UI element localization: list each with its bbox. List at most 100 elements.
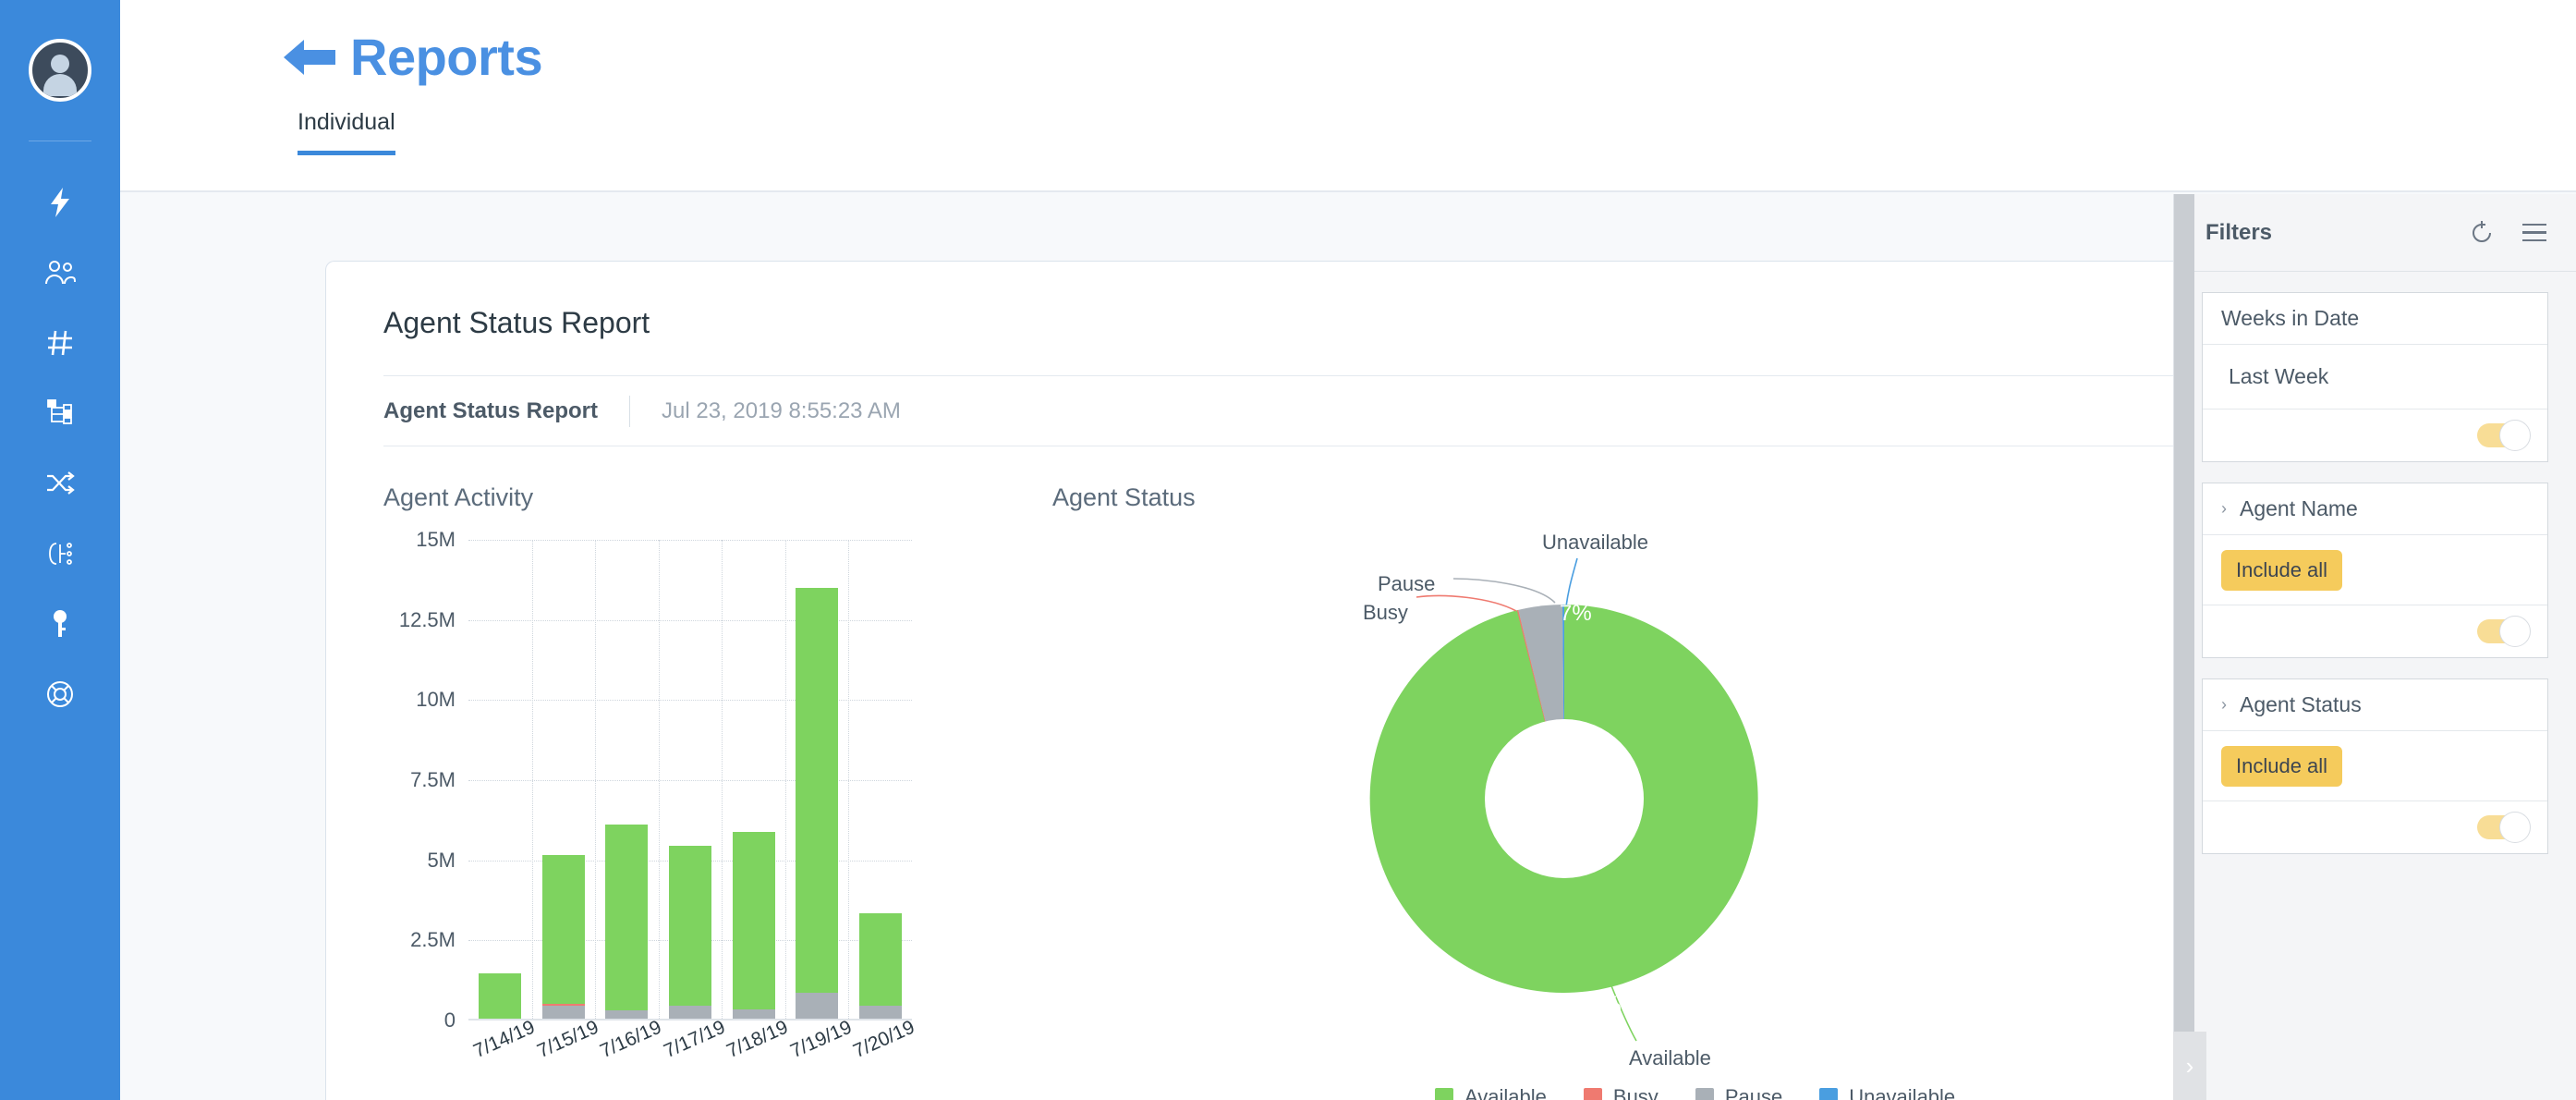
bar-group[interactable] bbox=[479, 973, 522, 1019]
bar-segment-available bbox=[858, 912, 902, 1007]
sidebar-item-dialer[interactable] bbox=[0, 519, 120, 589]
avatar[interactable] bbox=[29, 39, 91, 102]
y-tick-label: 7.5M bbox=[410, 768, 456, 791]
pie-callout-available: Available bbox=[1629, 1046, 1711, 1069]
legend-item[interactable]: Available bbox=[1435, 1085, 1547, 1100]
gridline bbox=[468, 780, 912, 781]
sidebar-item-activity[interactable] bbox=[0, 167, 120, 238]
sidebar-nav bbox=[0, 167, 120, 729]
tab-bar: Individual bbox=[120, 109, 2576, 155]
gridline bbox=[468, 700, 912, 702]
x-tick-label: 7/20/19 bbox=[850, 1016, 918, 1063]
bar-group[interactable] bbox=[732, 831, 775, 1019]
filter-value-row[interactable]: Last Week bbox=[2203, 345, 2547, 409]
filter-label: Agent Status bbox=[2240, 692, 2362, 716]
bar-segment-available bbox=[669, 845, 711, 1007]
x-tick-label: 7/17/19 bbox=[660, 1016, 729, 1063]
filter-header-agent-status[interactable]: › Agent Status bbox=[2203, 679, 2547, 731]
chevron-right-icon: › bbox=[2221, 499, 2227, 518]
bar-segment-pause bbox=[732, 1009, 775, 1019]
hamburger-icon[interactable] bbox=[2522, 223, 2546, 242]
filter-toggle[interactable] bbox=[2477, 812, 2531, 843]
shuffle-icon bbox=[45, 471, 75, 495]
filter-toggle-row bbox=[2203, 409, 2547, 461]
legend-item[interactable]: Unavailable bbox=[1819, 1085, 1955, 1100]
x-tick-label: 7/19/19 bbox=[786, 1016, 856, 1063]
bar-plot: 0 2.5M 5M 7.5M 10M 12.5M 15M 7/14/19 7/15/19 7/1… bbox=[383, 528, 956, 1094]
page-title: Reports bbox=[350, 28, 543, 86]
y-axis: 0 2.5M 5M 7.5M 10M 12.5M 15M bbox=[383, 528, 468, 1032]
legend-item[interactable]: Pause bbox=[1695, 1085, 1782, 1100]
legend-swatch bbox=[1435, 1088, 1453, 1100]
filter-group-weeks-in-date: Weeks in Date Last Week bbox=[2202, 292, 2548, 462]
app-root: Reports Individual Agent Status Report A… bbox=[0, 0, 2576, 1100]
bar-segment-available bbox=[732, 831, 775, 1010]
bar-segment-pause bbox=[858, 1006, 902, 1019]
bar-group[interactable] bbox=[605, 825, 649, 1019]
gridline bbox=[468, 619, 912, 621]
tab-individual[interactable]: Individual bbox=[298, 109, 395, 155]
key-icon bbox=[51, 609, 69, 639]
legend-label: Busy bbox=[1612, 1085, 1659, 1100]
agent-activity-title: Agent Activity bbox=[383, 483, 534, 511]
main-content: Reports Individual Agent Status Report A… bbox=[120, 0, 2576, 1100]
bar-group[interactable] bbox=[796, 587, 839, 1019]
filters-scrollbar[interactable] bbox=[2174, 194, 2194, 1100]
bar-group[interactable] bbox=[858, 912, 902, 1019]
y-tick-label: 2.5M bbox=[410, 928, 456, 952]
gridline-vertical bbox=[848, 540, 850, 1019]
filter-toggle[interactable] bbox=[2477, 420, 2531, 451]
top-bar: Reports Individual bbox=[120, 0, 2576, 192]
pie-callout-pause: Pause bbox=[1378, 572, 1436, 595]
back-arrow-icon[interactable] bbox=[282, 36, 339, 79]
pie-value-available: 93% bbox=[1566, 991, 1622, 1021]
filter-toggle-row bbox=[2203, 605, 2547, 657]
include-all-button[interactable]: Include all bbox=[2221, 549, 2343, 591]
filter-header-weeks-in-date[interactable]: Weeks in Date bbox=[2203, 293, 2547, 345]
reset-icon[interactable] bbox=[2469, 220, 2495, 246]
y-tick-label: 12.5M bbox=[398, 607, 456, 631]
lifebuoy-icon bbox=[46, 680, 74, 708]
sidebar-item-channels[interactable] bbox=[0, 308, 120, 378]
bar-segment-available bbox=[605, 825, 649, 1011]
filter-body-agent-name: Include all bbox=[2203, 535, 2547, 605]
legend-label: Unavailable bbox=[1849, 1085, 1956, 1100]
sidebar-item-transfers[interactable] bbox=[0, 448, 120, 519]
filter-label: Agent Name bbox=[2240, 496, 2358, 520]
plot-area bbox=[468, 540, 912, 1021]
x-axis: 7/14/19 7/15/19 7/16/19 7/17/19 7/18/19 7/19/… bbox=[468, 1016, 918, 1098]
bar-segment-pause bbox=[541, 1006, 585, 1019]
x-tick-label: 7/15/19 bbox=[533, 1016, 601, 1063]
report-name: Agent Status Report bbox=[383, 397, 599, 423]
bar-segment-available bbox=[479, 973, 522, 1019]
filter-header-agent-name[interactable]: › Agent Name bbox=[2203, 483, 2547, 535]
sidebar-item-routing[interactable] bbox=[0, 378, 120, 448]
include-all-button[interactable]: Include all bbox=[2221, 745, 2343, 787]
legend-item[interactable]: Busy bbox=[1583, 1085, 1659, 1100]
topbar-underline bbox=[120, 190, 2576, 192]
gridline bbox=[468, 540, 912, 541]
bar-group[interactable] bbox=[669, 845, 711, 1019]
bar-group[interactable] bbox=[541, 854, 585, 1019]
pie-callout-busy: Busy bbox=[1363, 601, 1408, 624]
sidebar-item-permissions[interactable] bbox=[0, 589, 120, 659]
filter-toggle-row bbox=[2203, 801, 2547, 853]
page-header: Reports bbox=[120, 0, 2576, 83]
bar-segment-available bbox=[541, 854, 585, 1005]
sidebar-item-contacts[interactable] bbox=[0, 238, 120, 308]
legend-label: Pause bbox=[1724, 1085, 1783, 1100]
sidebar bbox=[0, 0, 120, 1100]
filters-header: Filters bbox=[2174, 194, 2576, 272]
filter-label: Weeks in Date bbox=[2221, 306, 2360, 330]
toolbar-separator bbox=[629, 395, 631, 427]
filter-toggle[interactable] bbox=[2477, 616, 2531, 647]
pie-value-pause: 7% bbox=[1560, 601, 1592, 626]
sidebar-item-support[interactable] bbox=[0, 659, 120, 729]
y-tick-label: 15M bbox=[416, 528, 456, 551]
phone-keypad-icon bbox=[46, 541, 74, 567]
collapse-panel-button[interactable]: › bbox=[2173, 1032, 2206, 1100]
agent-status-title: Agent Status bbox=[1052, 483, 1196, 511]
legend-swatch bbox=[1819, 1088, 1839, 1100]
x-tick-label: 7/18/19 bbox=[723, 1016, 792, 1063]
users-icon bbox=[44, 260, 76, 286]
